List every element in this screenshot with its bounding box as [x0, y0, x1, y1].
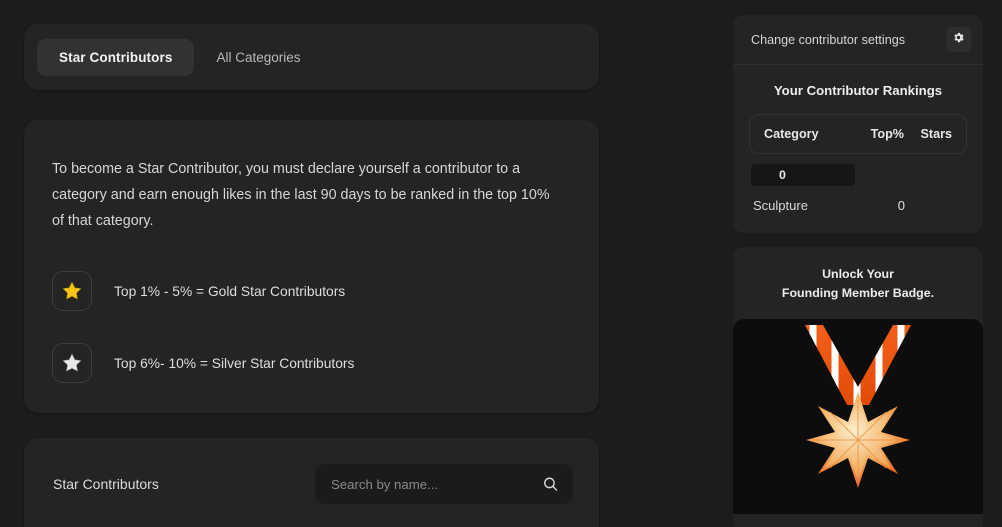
- contributor-rankings-card: Your Contributor Rankings Category Top% …: [733, 65, 983, 233]
- badge-media: [733, 319, 983, 514]
- badge-heading-line2: Founding Member Badge.: [781, 286, 935, 300]
- rankings-table-header: Category Top% Stars: [749, 114, 967, 154]
- founding-member-badge-card: Unlock Your Founding Member Badge.: [733, 247, 983, 527]
- search-icon[interactable]: [542, 476, 559, 493]
- badge-heading: Unlock Your Founding Member Badge.: [733, 265, 983, 319]
- rankings-table-row: Sculpture 0: [749, 198, 967, 213]
- tab-star-contributors-label: Star Contributors: [59, 49, 173, 65]
- rankings-column-category: Category: [764, 127, 819, 141]
- settings-button[interactable]: [946, 27, 971, 52]
- contributor-settings-label: Change contributor settings: [751, 32, 906, 47]
- rankings-cell-category: Sculpture: [753, 198, 808, 213]
- gold-star-icon: [61, 280, 83, 302]
- right-sidebar: Change contributor settings Your Contrib…: [733, 15, 983, 527]
- rankings-column-stars: Stars: [920, 127, 952, 141]
- list-header: Star Contributors: [50, 464, 573, 504]
- gear-icon: [952, 31, 965, 49]
- list-title: Star Contributors: [53, 476, 159, 492]
- contributors-page: Star Contributors All Categories To beco…: [0, 0, 1002, 527]
- tab-all-categories[interactable]: All Categories: [194, 39, 322, 76]
- contributors-list-card: Star Contributors Rank Contributors Top …: [24, 438, 599, 527]
- silver-star-badge: [52, 343, 92, 383]
- tab-all-categories-label: All Categories: [216, 49, 301, 65]
- info-card: To become a Star Contributor, you must d…: [24, 120, 599, 413]
- left-column: Star Contributors All Categories To beco…: [24, 24, 599, 527]
- tier-label-silver: Top 6%- 10% = Silver Star Contributors: [114, 355, 355, 371]
- search-box[interactable]: [315, 464, 573, 504]
- rankings-selected-value[interactable]: 0: [751, 164, 855, 186]
- gold-star-badge: [52, 271, 92, 311]
- rankings-title: Your Contributor Rankings: [773, 83, 943, 98]
- tier-row-gold: Top 1% - 5% = Gold Star Contributors: [52, 271, 571, 311]
- tab-star-contributors[interactable]: Star Contributors: [37, 38, 195, 76]
- tabs-bar: Star Contributors All Categories: [24, 24, 599, 90]
- search-input[interactable]: [315, 464, 573, 504]
- silver-star-icon: [61, 352, 83, 374]
- badge-caption: Claim yours before they run out. They're…: [733, 514, 983, 527]
- badge-heading-line1: Unlock Your: [822, 267, 894, 281]
- info-description: To become a Star Contributor, you must d…: [52, 161, 550, 229]
- tier-row-silver: Top 6%- 10% = Silver Star Contributors: [52, 343, 571, 383]
- rankings-cell-top-pct: 0: [897, 198, 905, 213]
- founding-member-medal-icon: [783, 325, 933, 500]
- tier-label-gold: Top 1% - 5% = Gold Star Contributors: [114, 283, 346, 299]
- rankings-column-top-pct: Top%: [870, 127, 904, 141]
- contributor-settings-bar: Change contributor settings: [733, 15, 983, 65]
